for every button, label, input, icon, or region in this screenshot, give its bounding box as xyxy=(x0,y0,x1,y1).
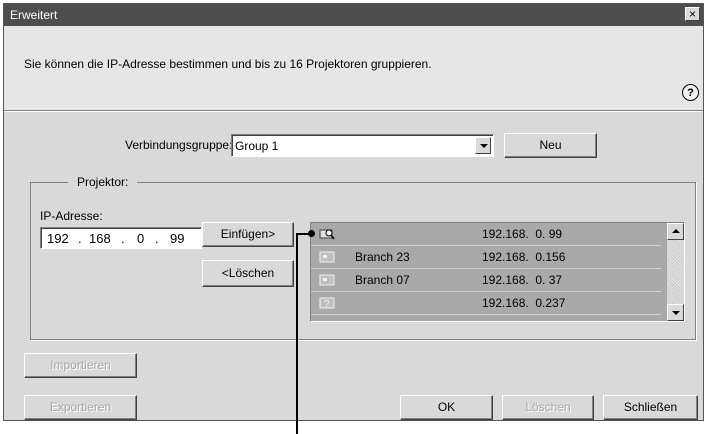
ip-octet-3[interactable]: 0 xyxy=(137,231,144,246)
projector-group-title: Projektor: xyxy=(68,175,138,189)
unknown-projector-icon: ? xyxy=(319,297,335,309)
list-item-name: Branch 07 xyxy=(355,273,410,287)
list-item-ip: 192.168. 0. 37 xyxy=(482,273,563,287)
remove-button[interactable]: <Löschen xyxy=(202,260,294,287)
list-item-ip: 192.168. 0. 99 xyxy=(482,227,563,241)
window-title: Erweitert xyxy=(10,8,58,22)
ip-address-label: IP-Adresse: xyxy=(40,209,103,223)
divider xyxy=(4,111,703,112)
ip-address-field[interactable]: 192 . 168 . 0 . 99 xyxy=(40,227,202,249)
callout-dot xyxy=(308,230,315,237)
list-item[interactable]: 192.168. 0. 99 xyxy=(311,223,661,246)
title-bar: Erweitert × xyxy=(4,4,703,26)
scroll-up-icon[interactable] xyxy=(667,223,684,240)
close-window-button[interactable]: × xyxy=(685,7,700,21)
import-button[interactable]: Importieren xyxy=(24,353,137,378)
connection-group-label: Verbindungsgruppe: xyxy=(125,138,233,152)
ip-dot-2: . xyxy=(121,231,125,246)
chevron-down-icon[interactable] xyxy=(475,137,491,154)
scroll-down-icon[interactable] xyxy=(667,304,684,321)
ip-octet-1[interactable]: 192 xyxy=(47,231,69,246)
callout-line xyxy=(296,234,298,434)
list-item-name: Branch 23 xyxy=(355,250,410,264)
delete-button[interactable]: Löschen xyxy=(502,395,594,420)
intro-panel: Sie können die IP-Adresse bestimmen und … xyxy=(4,26,703,111)
ip-dot-1: . xyxy=(78,231,82,246)
advanced-dialog: Erweitert × Sie können die IP-Adresse be… xyxy=(3,3,704,421)
list-scrollbar[interactable] xyxy=(667,223,684,321)
ok-button[interactable]: OK xyxy=(400,395,493,420)
list-item[interactable]: Branch 23 192.168. 0.156 xyxy=(311,246,661,269)
svg-text:?: ? xyxy=(324,299,330,309)
search-projector-icon xyxy=(319,229,335,240)
connection-group-value: Group 1 xyxy=(235,139,279,153)
projector-icon xyxy=(319,251,335,263)
list-item-ip: 192.168. 0.156 xyxy=(482,250,566,264)
list-item-ip: 192.168. 0.237 xyxy=(482,296,566,310)
export-button[interactable]: Exportieren xyxy=(24,395,137,420)
list-item[interactable]: ? 192.168. 0.237 xyxy=(311,292,661,315)
help-button[interactable]: ? xyxy=(682,84,699,101)
projector-list[interactable]: 192.168. 0. 99 Branch 23 192.168. 0.156 … xyxy=(310,222,685,322)
ip-octet-4[interactable]: 99 xyxy=(170,231,184,246)
insert-button[interactable]: Einfügen> xyxy=(202,222,294,247)
ip-dot-3: . xyxy=(155,231,159,246)
connection-group-select[interactable]: Group 1 xyxy=(231,134,494,157)
projector-icon xyxy=(319,274,335,286)
close-button[interactable]: Schließen xyxy=(603,395,698,420)
new-button[interactable]: Neu xyxy=(504,133,597,158)
ip-octet-2[interactable]: 168 xyxy=(89,231,111,246)
intro-text: Sie können die IP-Adresse bestimmen und … xyxy=(24,57,432,71)
list-item[interactable]: Branch 07 192.168. 0. 37 xyxy=(311,269,661,292)
